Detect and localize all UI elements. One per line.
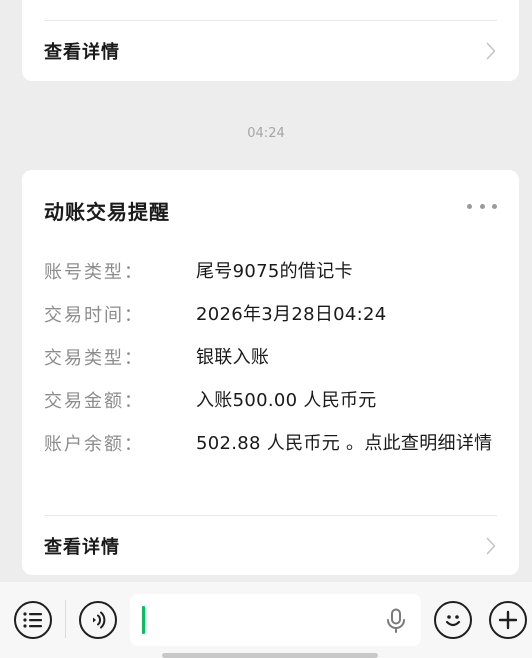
- field-label: 交易类型：: [44, 348, 144, 369]
- field-transaction-amount: 交易金额： 入账500.00 人民币元: [44, 387, 497, 414]
- field-label: 账户余额：: [44, 434, 144, 455]
- card-title: 动账交易提醒: [44, 200, 170, 224]
- view-details-button[interactable]: 查看详情: [44, 531, 501, 561]
- field-value: 尾号9075的借记卡: [196, 261, 353, 282]
- previous-message-card: 查看详情: [22, 0, 519, 81]
- field-value: 入账500.00 人民币元: [196, 390, 377, 411]
- field-label: 交易时间：: [44, 305, 144, 326]
- plus-icon[interactable]: [489, 601, 527, 639]
- home-indicator[interactable]: [162, 653, 378, 658]
- chevron-right-icon: [481, 536, 501, 556]
- field-value: 2026年3月28日04:24: [196, 304, 387, 325]
- card-divider: [44, 515, 497, 516]
- field-account-type: 账号类型： 尾号9075的借记卡: [44, 258, 497, 285]
- field-transaction-time: 交易时间： 2026年3月28日04:24: [44, 301, 497, 328]
- view-details-label: 查看详情: [44, 537, 120, 558]
- voice-icon[interactable]: [79, 601, 117, 639]
- more-options-icon[interactable]: [467, 198, 497, 214]
- text-cursor: [142, 606, 145, 634]
- field-label: 账号类型：: [44, 262, 144, 283]
- field-value: 银联入账: [196, 347, 270, 368]
- balance-details-link[interactable]: 502.88 人民币元 。点此查明细详情: [196, 430, 497, 457]
- message-timestamp: 04:24: [247, 126, 285, 141]
- field-account-balance[interactable]: 账户余额： 502.88 人民币元 。点此查明细详情: [44, 430, 497, 457]
- microphone-icon[interactable]: [385, 608, 407, 634]
- emoji-icon[interactable]: [434, 601, 472, 639]
- transaction-notification-card[interactable]: 动账交易提醒 账号类型： 尾号9075的借记卡 交易时间： 2026年3月28日…: [22, 170, 519, 575]
- field-transaction-type: 交易类型： 银联入账: [44, 344, 497, 371]
- message-input[interactable]: [130, 594, 421, 646]
- view-details-label: 查看详情: [44, 42, 120, 63]
- bottom-input-bar: [0, 582, 532, 658]
- menu-list-icon[interactable]: [14, 601, 52, 639]
- view-details-button[interactable]: 查看详情: [44, 36, 501, 66]
- bar-separator: [65, 600, 66, 638]
- field-label: 交易金额：: [44, 391, 144, 412]
- card-divider: [44, 20, 497, 21]
- chevron-right-icon: [481, 41, 501, 61]
